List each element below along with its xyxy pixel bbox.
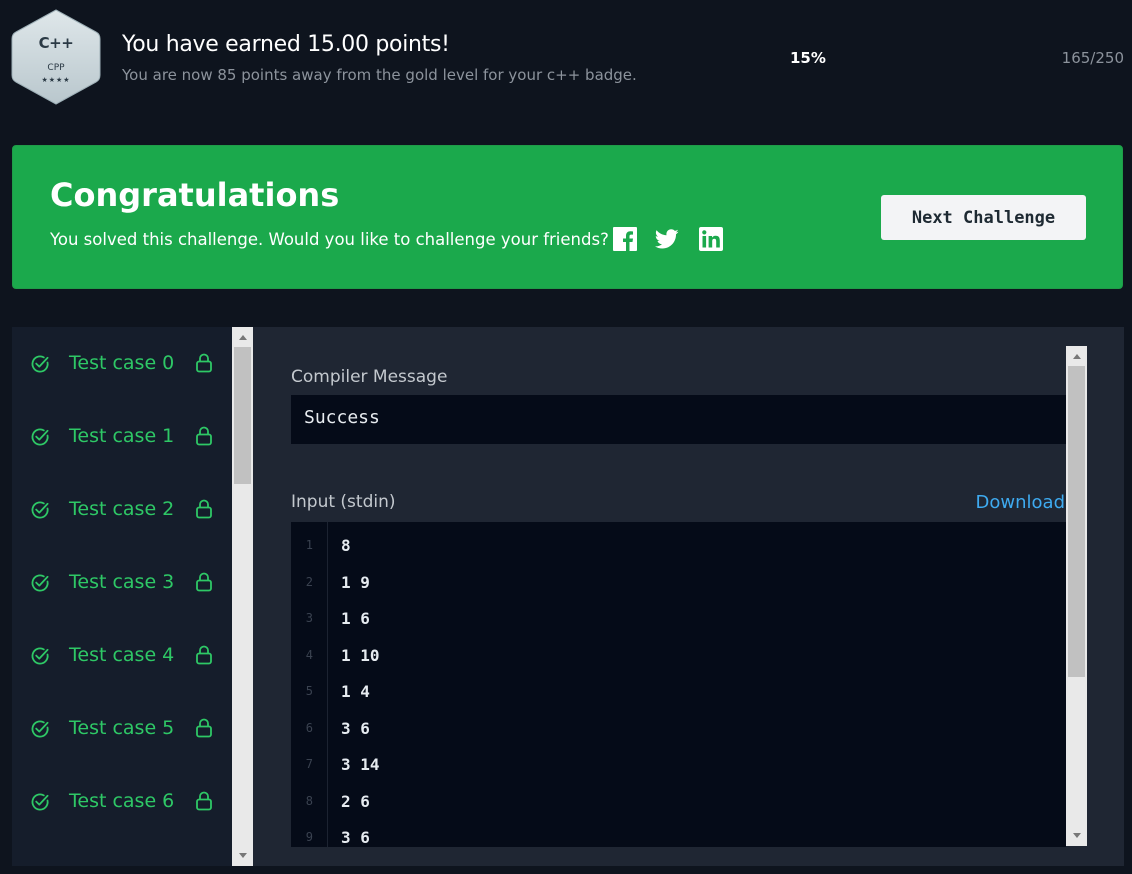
next-challenge-button[interactable]: Next Challenge <box>881 195 1086 240</box>
input-line: 5 1 4 <box>291 674 1066 710</box>
scroll-up-arrow-icon[interactable] <box>1072 354 1081 359</box>
points-earned-title: You have earned 15.00 points! <box>122 32 450 57</box>
scroll-thumb[interactable] <box>1068 366 1085 677</box>
line-number: 4 <box>305 647 313 662</box>
hexagon-badge-icon <box>11 9 101 105</box>
input-line: 8 2 6 <box>291 784 1066 820</box>
scroll-down-arrow-icon[interactable] <box>1072 833 1081 838</box>
check-circle-icon <box>31 501 49 519</box>
test-case-item[interactable]: Test case 0 <box>12 341 232 387</box>
compiler-message-text: Success <box>304 407 380 428</box>
scroll-thumb[interactable] <box>234 347 251 484</box>
result-scrollbar[interactable] <box>1066 346 1087 846</box>
line-number: 2 <box>305 574 313 589</box>
input-code-box: 1821 931 641 10 5 1 463 673 14 8 2 693 6 <box>291 522 1066 847</box>
download-link[interactable]: Download <box>976 492 1065 513</box>
banner-message: You solved this challenge. Would you lik… <box>50 230 609 249</box>
points-away-subtitle: You are now 85 points away from the gold… <box>122 66 637 84</box>
test-case-item[interactable]: Test case 1 <box>12 414 232 460</box>
test-case-item[interactable]: Test case 4 <box>12 633 232 679</box>
test-case-label: Test case 5 <box>69 717 175 739</box>
test-case-label: Test case 4 <box>69 644 175 666</box>
lock-icon <box>196 645 212 665</box>
line-number: 5 <box>305 684 313 698</box>
input-line: 18 <box>291 528 1066 564</box>
facebook-icon[interactable] <box>613 227 637 251</box>
banner-title: Congratulations <box>50 176 340 214</box>
cpp-badge: C++ CPP ★★★★ <box>10 8 102 106</box>
test-case-item[interactable]: Test case 2 <box>12 487 232 533</box>
test-case-label: Test case 0 <box>69 352 175 374</box>
test-case-item[interactable]: Test case 5 <box>12 706 232 752</box>
test-case-list: Test case 0 Test case 1 Test case 2 Test ca… <box>12 327 232 866</box>
test-case-label: Test case 6 <box>69 790 175 812</box>
lock-icon <box>196 426 212 446</box>
line-number: 7 <box>305 757 313 771</box>
lock-icon <box>196 791 212 811</box>
input-line: 2 1 9 <box>291 565 1066 601</box>
twitter-icon[interactable] <box>655 227 679 251</box>
line-number: 6 <box>305 720 313 735</box>
progress-count: 165/250 <box>1061 49 1124 67</box>
line-content: 8 <box>341 536 351 555</box>
input-stdin-label: Input (stdin) <box>291 492 396 512</box>
progress-percent: 15% <box>790 49 826 67</box>
compiler-message-label: Compiler Message <box>291 367 448 387</box>
linkedin-icon[interactable] <box>699 227 723 251</box>
test-case-label: Test case 3 <box>69 571 175 593</box>
lock-icon <box>196 353 212 373</box>
check-circle-icon <box>31 428 49 446</box>
badge-stars: ★★★★ <box>41 76 71 84</box>
scroll-up-arrow-icon[interactable] <box>238 335 247 340</box>
line-content: 3 6 <box>341 828 370 847</box>
input-line: 4 1 10 <box>291 638 1066 674</box>
check-circle-icon <box>31 793 49 811</box>
badge-language: C++ <box>38 34 74 52</box>
test-list-scrollbar[interactable] <box>232 327 253 866</box>
lock-icon <box>196 499 212 519</box>
check-circle-icon <box>31 355 49 373</box>
input-line: 7 3 14 <box>291 747 1066 783</box>
line-content: 1 9 <box>341 572 370 592</box>
test-case-label: Test case 1 <box>69 425 175 447</box>
line-content: 1 10 <box>341 645 380 665</box>
test-case-label: Test case 2 <box>69 498 175 520</box>
check-circle-icon <box>31 720 49 738</box>
input-line: 3 1 6 <box>291 601 1066 637</box>
congratulations-banner: Congratulations You solved this challeng… <box>12 145 1123 289</box>
test-case-item[interactable]: Test case 6 <box>12 779 232 825</box>
line-number: 3 <box>305 611 313 625</box>
input-line: 6 3 6 <box>291 711 1066 747</box>
line-content: 2 6 <box>341 791 370 811</box>
line-number: 1 <box>305 538 313 552</box>
line-content: 1 4 <box>341 682 370 701</box>
line-content: 1 6 <box>341 609 370 628</box>
line-number: 8 <box>305 793 313 808</box>
scroll-down-arrow-icon[interactable] <box>238 853 247 858</box>
lock-icon <box>196 572 212 592</box>
badge-code: CPP <box>47 63 65 73</box>
check-circle-icon <box>31 647 49 665</box>
check-circle-icon <box>31 574 49 592</box>
line-number: 9 <box>305 830 313 844</box>
lock-icon <box>196 718 212 738</box>
input-line: 9 3 6 <box>291 820 1066 847</box>
line-content: 3 6 <box>341 718 370 738</box>
test-case-item[interactable]: Test case 3 <box>12 560 232 606</box>
line-content: 3 14 <box>341 755 380 774</box>
result-panel: Compiler Message Success Input (stdin) D… <box>253 327 1124 866</box>
compiler-message-box: Success <box>291 395 1066 444</box>
